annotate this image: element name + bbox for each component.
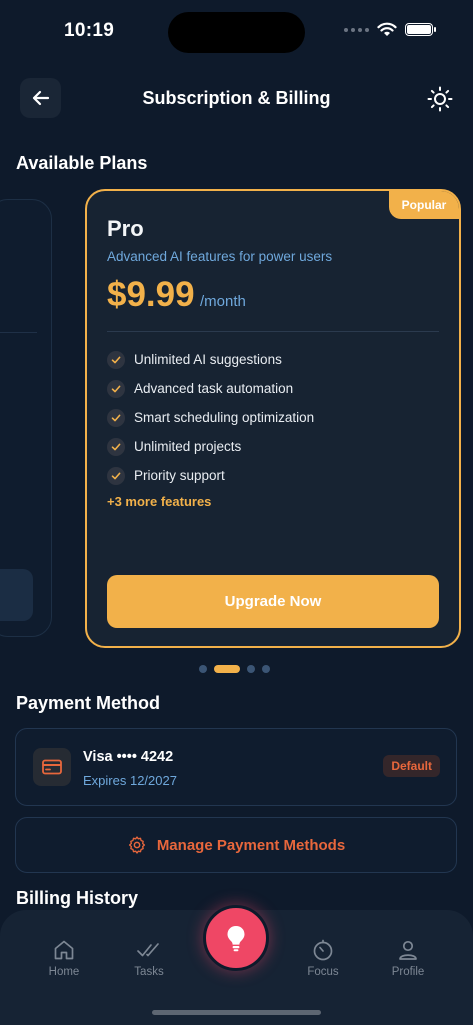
card-label: Visa •••• 4242 — [83, 749, 174, 765]
check-icon — [107, 437, 125, 456]
tab-label: Tasks — [134, 966, 164, 978]
previous-plan-card[interactable] — [0, 199, 52, 637]
feature-list: Unlimited AI suggestions Advanced task a… — [107, 345, 314, 490]
feature-item: Priority support — [107, 461, 314, 490]
home-indicator — [152, 1010, 321, 1015]
tab-home[interactable]: Home — [34, 938, 94, 978]
feature-item: Unlimited projects — [107, 432, 314, 461]
feature-label: Unlimited projects — [134, 439, 242, 454]
tab-focus[interactable]: Focus — [293, 938, 353, 978]
upgrade-now-button[interactable]: Upgrade Now — [107, 575, 439, 628]
default-badge: Default — [383, 755, 440, 777]
tab-label: Profile — [391, 966, 425, 978]
feature-item: Unlimited AI suggestions — [107, 345, 314, 374]
popular-badge: Popular — [389, 191, 459, 219]
status-time: 10:19 — [64, 20, 115, 41]
plan-price: $9.99 — [107, 275, 195, 314]
tab-label: Focus — [307, 966, 339, 978]
home-icon — [54, 940, 74, 960]
tab-tasks[interactable]: Tasks — [119, 938, 179, 978]
plan-description: Advanced AI features for power users — [107, 249, 333, 264]
tab-label: Home — [48, 966, 80, 978]
card-divider — [0, 332, 37, 333]
billing-history-title: Billing History — [16, 888, 139, 908]
payment-method-title: Payment Method — [16, 693, 161, 713]
pagination-dot[interactable] — [247, 665, 255, 673]
ai-assistant-fab[interactable] — [203, 905, 269, 971]
plan-name: Pro — [107, 216, 144, 241]
available-plans-title: Available Plans — [16, 153, 148, 173]
check-icon — [107, 350, 125, 369]
plan-period: /month — [200, 293, 246, 310]
feature-label: Unlimited AI suggestions — [134, 352, 282, 367]
check-icon — [107, 379, 125, 398]
manage-payment-label: Manage Payment Methods — [156, 836, 346, 854]
feature-label: Advanced task automation — [134, 381, 294, 396]
feature-item: Advanced task automation — [107, 374, 314, 403]
focus-icon — [313, 939, 333, 961]
check-icon — [107, 466, 125, 485]
theme-toggle-button[interactable] — [424, 84, 456, 114]
card-expiry: Expires 12/2027 — [83, 773, 177, 788]
more-features-link[interactable]: +3 more features — [107, 494, 211, 509]
card-divider — [107, 331, 439, 332]
plan-cta-button[interactable] — [0, 569, 33, 621]
feature-label: Priority support — [134, 468, 225, 483]
check-icon — [107, 408, 125, 427]
carousel-pagination — [199, 665, 270, 673]
sun-icon — [427, 86, 453, 112]
cellular-signal-icon — [344, 27, 369, 32]
tasks-icon — [137, 943, 159, 957]
battery-icon — [405, 23, 436, 36]
pagination-dot[interactable] — [262, 665, 270, 673]
dynamic-island — [168, 12, 305, 53]
page-title: Subscription & Billing — [142, 88, 331, 108]
pro-plan-card[interactable]: Popular Pro Advanced AI features for pow… — [85, 189, 461, 648]
tab-profile[interactable]: Profile — [378, 938, 438, 978]
pagination-dot-active[interactable] — [214, 665, 240, 673]
pagination-dot[interactable] — [199, 665, 207, 673]
feature-label: Smart scheduling optimization — [134, 410, 315, 425]
feature-item: Smart scheduling optimization — [107, 403, 314, 432]
wifi-icon — [377, 22, 397, 36]
manage-payment-methods-button[interactable]: Manage Payment Methods — [15, 817, 457, 873]
profile-icon — [399, 940, 417, 960]
credit-card-icon — [33, 748, 71, 786]
payment-card[interactable]: Visa •••• 4242 Expires 12/2027 Default — [15, 728, 457, 806]
gear-icon — [128, 836, 145, 854]
lightbulb-icon — [227, 926, 245, 952]
status-icons — [344, 22, 436, 37]
